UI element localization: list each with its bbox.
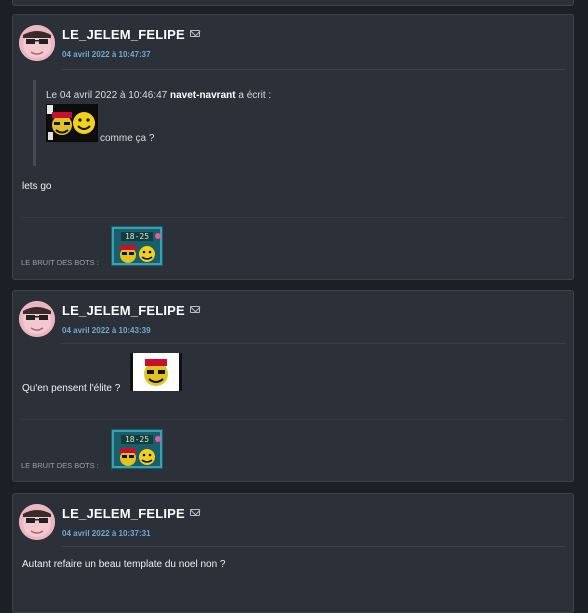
avatar[interactable] xyxy=(19,25,55,61)
signature-badge: 18-25 xyxy=(111,226,163,266)
signature-badge: 18-25 xyxy=(111,429,163,469)
sticker-image xyxy=(46,104,98,142)
mail-icon[interactable] xyxy=(190,509,200,516)
quote-suffix: a écrit : xyxy=(238,90,272,101)
quote-header: Le 04 avril 2022 à 10:46:47 navet-navran… xyxy=(46,90,271,101)
post-author[interactable]: LE_JELEM_FELIPE xyxy=(62,303,185,318)
signature-badge-text: 18-25 xyxy=(125,435,149,444)
header-divider xyxy=(61,546,565,547)
forum-post: LE_JELEM_FELIPE 04 avril 2022 à 10:47:37… xyxy=(12,14,574,280)
mail-icon[interactable] xyxy=(190,30,200,37)
avatar[interactable] xyxy=(19,301,55,337)
post-body: lets go xyxy=(22,181,52,192)
mail-icon[interactable] xyxy=(190,306,200,313)
sticker-image xyxy=(130,353,182,391)
post-date[interactable]: 04 avril 2022 à 10:47:37 xyxy=(62,50,151,59)
quote-caption: comme ça ? xyxy=(100,133,155,144)
post-body: Autant refaire un beau template du noel … xyxy=(22,559,226,570)
quote-block: Le 04 avril 2022 à 10:46:47 navet-navran… xyxy=(33,80,556,166)
signature-divider xyxy=(21,217,565,218)
post-author[interactable]: LE_JELEM_FELIPE xyxy=(62,506,185,521)
post-body: Qu'en pensent l'élite ? xyxy=(22,383,121,394)
header-divider xyxy=(61,343,565,344)
post-author[interactable]: LE_JELEM_FELIPE xyxy=(62,27,185,42)
post-date[interactable]: 04 avril 2022 à 10:43:39 xyxy=(62,326,151,335)
previous-post-card xyxy=(12,0,574,6)
header-divider xyxy=(61,69,565,70)
forum-post: LE_JELEM_FELIPE 04 avril 2022 à 10:43:39… xyxy=(12,290,574,482)
signature-label: LE BRUIT DES BOTS : xyxy=(21,461,99,470)
forum-post: LE_JELEM_FELIPE 04 avril 2022 à 10:37:31… xyxy=(12,493,574,613)
signature-label: LE BRUIT DES BOTS : xyxy=(21,258,99,267)
signature-badge-text: 18-25 xyxy=(125,232,149,241)
quote-prefix: Le 04 avril 2022 à 10:46:47 xyxy=(46,90,168,101)
avatar[interactable] xyxy=(19,504,55,540)
signature-divider xyxy=(21,419,565,420)
quoted-author[interactable]: navet-navrant xyxy=(170,90,236,101)
post-date[interactable]: 04 avril 2022 à 10:37:31 xyxy=(62,529,151,538)
